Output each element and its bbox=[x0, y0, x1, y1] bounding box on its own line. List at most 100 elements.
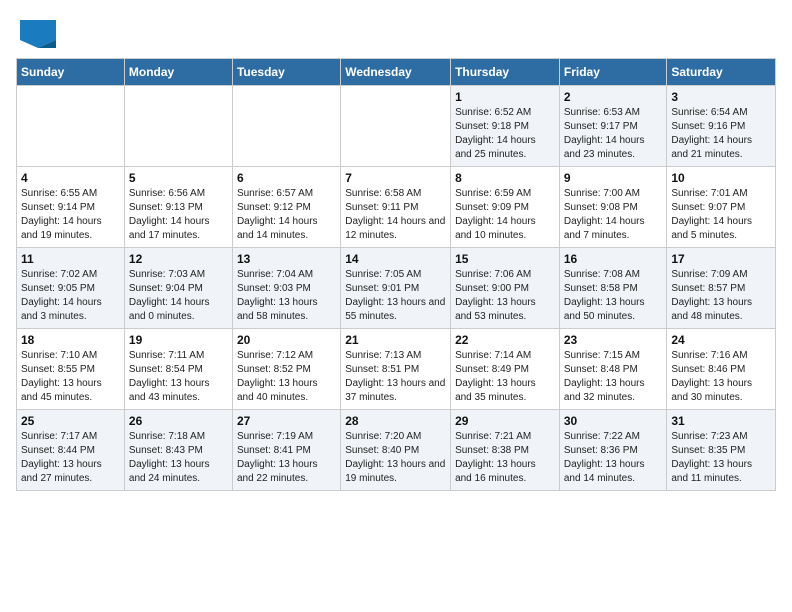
calendar-cell: 2 Sunrise: 6:53 AMSunset: 9:17 PMDayligh… bbox=[559, 86, 667, 167]
weekday-header-cell: Wednesday bbox=[341, 59, 451, 86]
calendar-cell: 7 Sunrise: 6:58 AMSunset: 9:11 PMDayligh… bbox=[341, 167, 451, 248]
day-detail: Sunrise: 7:17 AMSunset: 8:44 PMDaylight:… bbox=[21, 431, 102, 484]
day-detail: Sunrise: 7:13 AMSunset: 8:51 PMDaylight:… bbox=[345, 350, 445, 403]
day-detail: Sunrise: 7:23 AMSunset: 8:35 PMDaylight:… bbox=[671, 431, 752, 484]
calendar-cell: 24 Sunrise: 7:16 AMSunset: 8:46 PMDaylig… bbox=[667, 329, 776, 410]
day-number: 6 bbox=[237, 171, 336, 185]
calendar-cell: 14 Sunrise: 7:05 AMSunset: 9:01 PMDaylig… bbox=[341, 248, 451, 329]
day-number: 7 bbox=[345, 171, 446, 185]
weekday-header-cell: Tuesday bbox=[232, 59, 340, 86]
calendar-cell: 29 Sunrise: 7:21 AMSunset: 8:38 PMDaylig… bbox=[451, 410, 560, 491]
day-detail: Sunrise: 7:20 AMSunset: 8:40 PMDaylight:… bbox=[345, 431, 445, 484]
day-number: 9 bbox=[564, 171, 663, 185]
calendar-cell: 27 Sunrise: 7:19 AMSunset: 8:41 PMDaylig… bbox=[232, 410, 340, 491]
day-detail: Sunrise: 7:01 AMSunset: 9:07 PMDaylight:… bbox=[671, 188, 752, 241]
day-number: 14 bbox=[345, 252, 446, 266]
day-number: 27 bbox=[237, 414, 336, 428]
weekday-header-cell: Sunday bbox=[17, 59, 125, 86]
day-number: 22 bbox=[455, 333, 555, 347]
calendar-cell: 15 Sunrise: 7:06 AMSunset: 9:00 PMDaylig… bbox=[451, 248, 560, 329]
calendar-cell: 18 Sunrise: 7:10 AMSunset: 8:55 PMDaylig… bbox=[17, 329, 125, 410]
calendar-cell: 12 Sunrise: 7:03 AMSunset: 9:04 PMDaylig… bbox=[124, 248, 232, 329]
day-detail: Sunrise: 6:54 AMSunset: 9:16 PMDaylight:… bbox=[671, 107, 752, 160]
day-number: 30 bbox=[564, 414, 663, 428]
day-number: 12 bbox=[129, 252, 228, 266]
calendar-cell bbox=[17, 86, 125, 167]
calendar-cell: 26 Sunrise: 7:18 AMSunset: 8:43 PMDaylig… bbox=[124, 410, 232, 491]
day-number: 17 bbox=[671, 252, 771, 266]
day-number: 15 bbox=[455, 252, 555, 266]
day-number: 8 bbox=[455, 171, 555, 185]
calendar-cell: 17 Sunrise: 7:09 AMSunset: 8:57 PMDaylig… bbox=[667, 248, 776, 329]
day-number: 4 bbox=[21, 171, 120, 185]
day-detail: Sunrise: 7:22 AMSunset: 8:36 PMDaylight:… bbox=[564, 431, 645, 484]
day-detail: Sunrise: 7:03 AMSunset: 9:04 PMDaylight:… bbox=[129, 269, 210, 322]
calendar-cell bbox=[232, 86, 340, 167]
day-number: 23 bbox=[564, 333, 663, 347]
calendar-cell: 25 Sunrise: 7:17 AMSunset: 8:44 PMDaylig… bbox=[17, 410, 125, 491]
day-number: 28 bbox=[345, 414, 446, 428]
calendar-cell bbox=[341, 86, 451, 167]
day-detail: Sunrise: 7:15 AMSunset: 8:48 PMDaylight:… bbox=[564, 350, 645, 403]
day-number: 3 bbox=[671, 90, 771, 104]
day-detail: Sunrise: 6:57 AMSunset: 9:12 PMDaylight:… bbox=[237, 188, 318, 241]
day-number: 20 bbox=[237, 333, 336, 347]
calendar-cell: 19 Sunrise: 7:11 AMSunset: 8:54 PMDaylig… bbox=[124, 329, 232, 410]
calendar-cell bbox=[124, 86, 232, 167]
day-detail: Sunrise: 7:04 AMSunset: 9:03 PMDaylight:… bbox=[237, 269, 318, 322]
day-number: 21 bbox=[345, 333, 446, 347]
weekday-header-cell: Monday bbox=[124, 59, 232, 86]
calendar-cell: 28 Sunrise: 7:20 AMSunset: 8:40 PMDaylig… bbox=[341, 410, 451, 491]
calendar-week-row: 4 Sunrise: 6:55 AMSunset: 9:14 PMDayligh… bbox=[17, 167, 776, 248]
calendar-cell: 13 Sunrise: 7:04 AMSunset: 9:03 PMDaylig… bbox=[232, 248, 340, 329]
calendar-cell: 30 Sunrise: 7:22 AMSunset: 8:36 PMDaylig… bbox=[559, 410, 667, 491]
day-number: 11 bbox=[21, 252, 120, 266]
day-number: 26 bbox=[129, 414, 228, 428]
calendar-cell: 21 Sunrise: 7:13 AMSunset: 8:51 PMDaylig… bbox=[341, 329, 451, 410]
calendar-cell: 8 Sunrise: 6:59 AMSunset: 9:09 PMDayligh… bbox=[451, 167, 560, 248]
day-number: 31 bbox=[671, 414, 771, 428]
logo bbox=[16, 20, 56, 48]
calendar-cell: 3 Sunrise: 6:54 AMSunset: 9:16 PMDayligh… bbox=[667, 86, 776, 167]
calendar-cell: 5 Sunrise: 6:56 AMSunset: 9:13 PMDayligh… bbox=[124, 167, 232, 248]
day-number: 24 bbox=[671, 333, 771, 347]
day-detail: Sunrise: 6:59 AMSunset: 9:09 PMDaylight:… bbox=[455, 188, 536, 241]
calendar-cell: 31 Sunrise: 7:23 AMSunset: 8:35 PMDaylig… bbox=[667, 410, 776, 491]
day-detail: Sunrise: 6:53 AMSunset: 9:17 PMDaylight:… bbox=[564, 107, 645, 160]
weekday-header-cell: Saturday bbox=[667, 59, 776, 86]
calendar-cell: 10 Sunrise: 7:01 AMSunset: 9:07 PMDaylig… bbox=[667, 167, 776, 248]
calendar-cell: 22 Sunrise: 7:14 AMSunset: 8:49 PMDaylig… bbox=[451, 329, 560, 410]
calendar-week-row: 18 Sunrise: 7:10 AMSunset: 8:55 PMDaylig… bbox=[17, 329, 776, 410]
day-detail: Sunrise: 7:11 AMSunset: 8:54 PMDaylight:… bbox=[129, 350, 210, 403]
day-number: 29 bbox=[455, 414, 555, 428]
day-detail: Sunrise: 7:02 AMSunset: 9:05 PMDaylight:… bbox=[21, 269, 102, 322]
weekday-header-row: SundayMondayTuesdayWednesdayThursdayFrid… bbox=[17, 59, 776, 86]
calendar-cell: 4 Sunrise: 6:55 AMSunset: 9:14 PMDayligh… bbox=[17, 167, 125, 248]
day-number: 2 bbox=[564, 90, 663, 104]
calendar-cell: 9 Sunrise: 7:00 AMSunset: 9:08 PMDayligh… bbox=[559, 167, 667, 248]
day-detail: Sunrise: 7:05 AMSunset: 9:01 PMDaylight:… bbox=[345, 269, 445, 322]
day-detail: Sunrise: 7:16 AMSunset: 8:46 PMDaylight:… bbox=[671, 350, 752, 403]
day-number: 5 bbox=[129, 171, 228, 185]
calendar-cell: 6 Sunrise: 6:57 AMSunset: 9:12 PMDayligh… bbox=[232, 167, 340, 248]
day-detail: Sunrise: 6:56 AMSunset: 9:13 PMDaylight:… bbox=[129, 188, 210, 241]
day-number: 19 bbox=[129, 333, 228, 347]
calendar-cell: 1 Sunrise: 6:52 AMSunset: 9:18 PMDayligh… bbox=[451, 86, 560, 167]
day-number: 16 bbox=[564, 252, 663, 266]
weekday-header-cell: Friday bbox=[559, 59, 667, 86]
weekday-header-cell: Thursday bbox=[451, 59, 560, 86]
calendar-table: SundayMondayTuesdayWednesdayThursdayFrid… bbox=[16, 58, 776, 491]
day-detail: Sunrise: 6:55 AMSunset: 9:14 PMDaylight:… bbox=[21, 188, 102, 241]
day-detail: Sunrise: 6:52 AMSunset: 9:18 PMDaylight:… bbox=[455, 107, 536, 160]
logo-icon bbox=[20, 20, 56, 48]
day-detail: Sunrise: 7:10 AMSunset: 8:55 PMDaylight:… bbox=[21, 350, 102, 403]
calendar-cell: 23 Sunrise: 7:15 AMSunset: 8:48 PMDaylig… bbox=[559, 329, 667, 410]
calendar-week-row: 11 Sunrise: 7:02 AMSunset: 9:05 PMDaylig… bbox=[17, 248, 776, 329]
calendar-cell: 20 Sunrise: 7:12 AMSunset: 8:52 PMDaylig… bbox=[232, 329, 340, 410]
day-number: 25 bbox=[21, 414, 120, 428]
day-detail: Sunrise: 7:06 AMSunset: 9:00 PMDaylight:… bbox=[455, 269, 536, 322]
day-number: 10 bbox=[671, 171, 771, 185]
day-detail: Sunrise: 7:09 AMSunset: 8:57 PMDaylight:… bbox=[671, 269, 752, 322]
day-detail: Sunrise: 7:21 AMSunset: 8:38 PMDaylight:… bbox=[455, 431, 536, 484]
day-number: 13 bbox=[237, 252, 336, 266]
